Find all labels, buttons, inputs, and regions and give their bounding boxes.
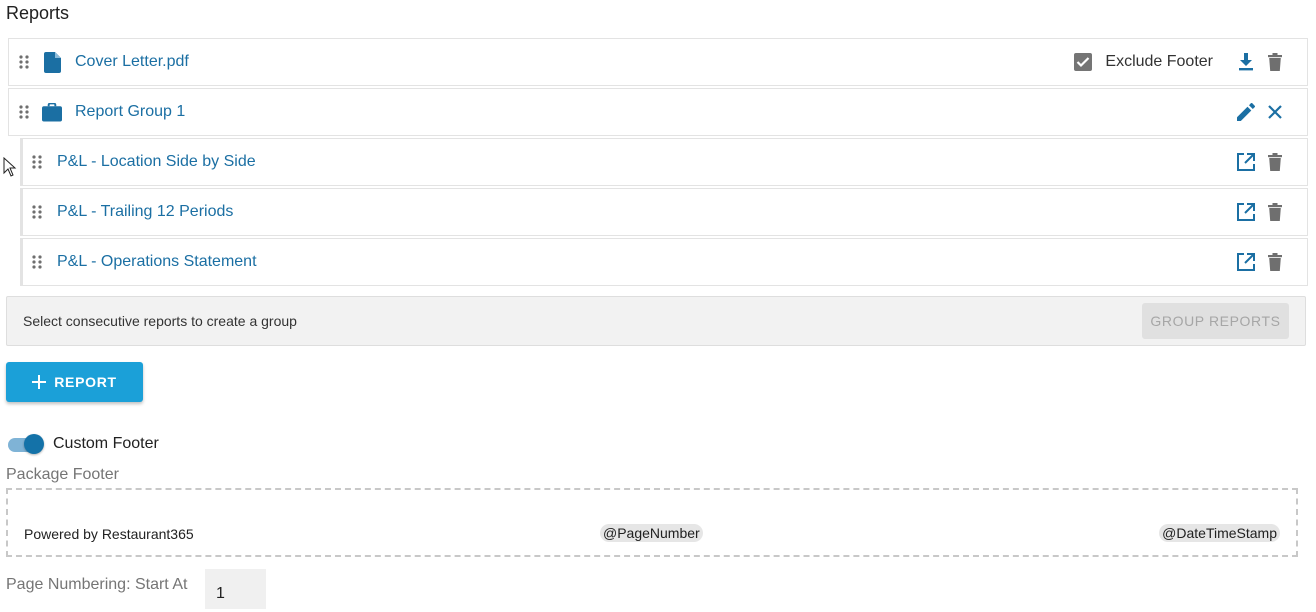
report-group-row: Report Group 1 (8, 88, 1308, 136)
report-link[interactable]: P&L - Operations Statement (57, 253, 257, 271)
group-hint-text: Select consecutive reports to create a g… (23, 313, 297, 329)
delete-icon[interactable] (1265, 52, 1285, 72)
section-title: Reports (6, 3, 70, 23)
open-external-icon[interactable] (1236, 152, 1256, 172)
page-numbering-label: Page Numbering: Start At (6, 576, 188, 593)
mouse-cursor-icon (3, 156, 17, 182)
drag-handle-icon[interactable] (32, 205, 42, 219)
open-external-icon[interactable] (1236, 202, 1256, 222)
custom-footer-label: Custom Footer (53, 435, 159, 452)
delete-icon[interactable] (1265, 252, 1285, 272)
report-link[interactable]: P&L - Trailing 12 Periods (57, 203, 233, 221)
exclude-footer-checkbox[interactable] (1074, 53, 1093, 71)
package-footer-editor[interactable]: Powered by Restaurant365 @PageNumber @Da… (6, 488, 1298, 557)
page-numbering-start-input[interactable] (205, 569, 266, 609)
download-icon[interactable] (1236, 52, 1256, 72)
exclude-footer-label: Exclude Footer (1105, 53, 1213, 70)
report-link-cover-letter[interactable]: Cover Letter.pdf (75, 53, 189, 71)
report-link[interactable]: P&L - Location Side by Side (57, 153, 256, 171)
report-row-cover-letter: Cover Letter.pdf Exclude Footer (8, 38, 1308, 86)
group-reports-bar: Select consecutive reports to create a g… (6, 296, 1306, 346)
group-reports-button[interactable]: GROUP REPORTS (1142, 303, 1289, 339)
drag-handle-icon[interactable] (32, 255, 42, 269)
briefcase-icon (42, 101, 62, 123)
delete-icon[interactable] (1265, 202, 1285, 222)
exclude-footer-control: Exclude Footer (1074, 53, 1213, 71)
delete-icon[interactable] (1265, 152, 1285, 172)
edit-icon[interactable] (1236, 102, 1256, 122)
add-report-button[interactable]: REPORT (6, 362, 143, 402)
add-report-label: REPORT (54, 374, 117, 390)
report-row-child: P&L - Trailing 12 Periods (20, 188, 1308, 236)
drag-handle-icon[interactable] (19, 105, 29, 119)
file-icon (42, 51, 62, 73)
drag-handle-icon[interactable] (32, 155, 42, 169)
report-group-link[interactable]: Report Group 1 (75, 103, 185, 121)
drag-handle-icon[interactable] (19, 55, 29, 69)
report-row-child: P&L - Location Side by Side (20, 138, 1308, 186)
close-icon[interactable] (1265, 102, 1285, 122)
custom-footer-toggle[interactable] (6, 433, 44, 455)
open-external-icon[interactable] (1236, 252, 1256, 272)
footer-left-text: Powered by Restaurant365 (24, 526, 194, 542)
package-footer-label: Package Footer (6, 466, 119, 483)
plus-icon (32, 375, 47, 389)
custom-footer-control: Custom Footer (6, 433, 159, 455)
datetime-stamp-token[interactable]: @DateTimeStamp (1159, 524, 1280, 542)
report-row-child: P&L - Operations Statement (20, 238, 1308, 286)
page-number-token[interactable]: @PageNumber (600, 524, 703, 542)
